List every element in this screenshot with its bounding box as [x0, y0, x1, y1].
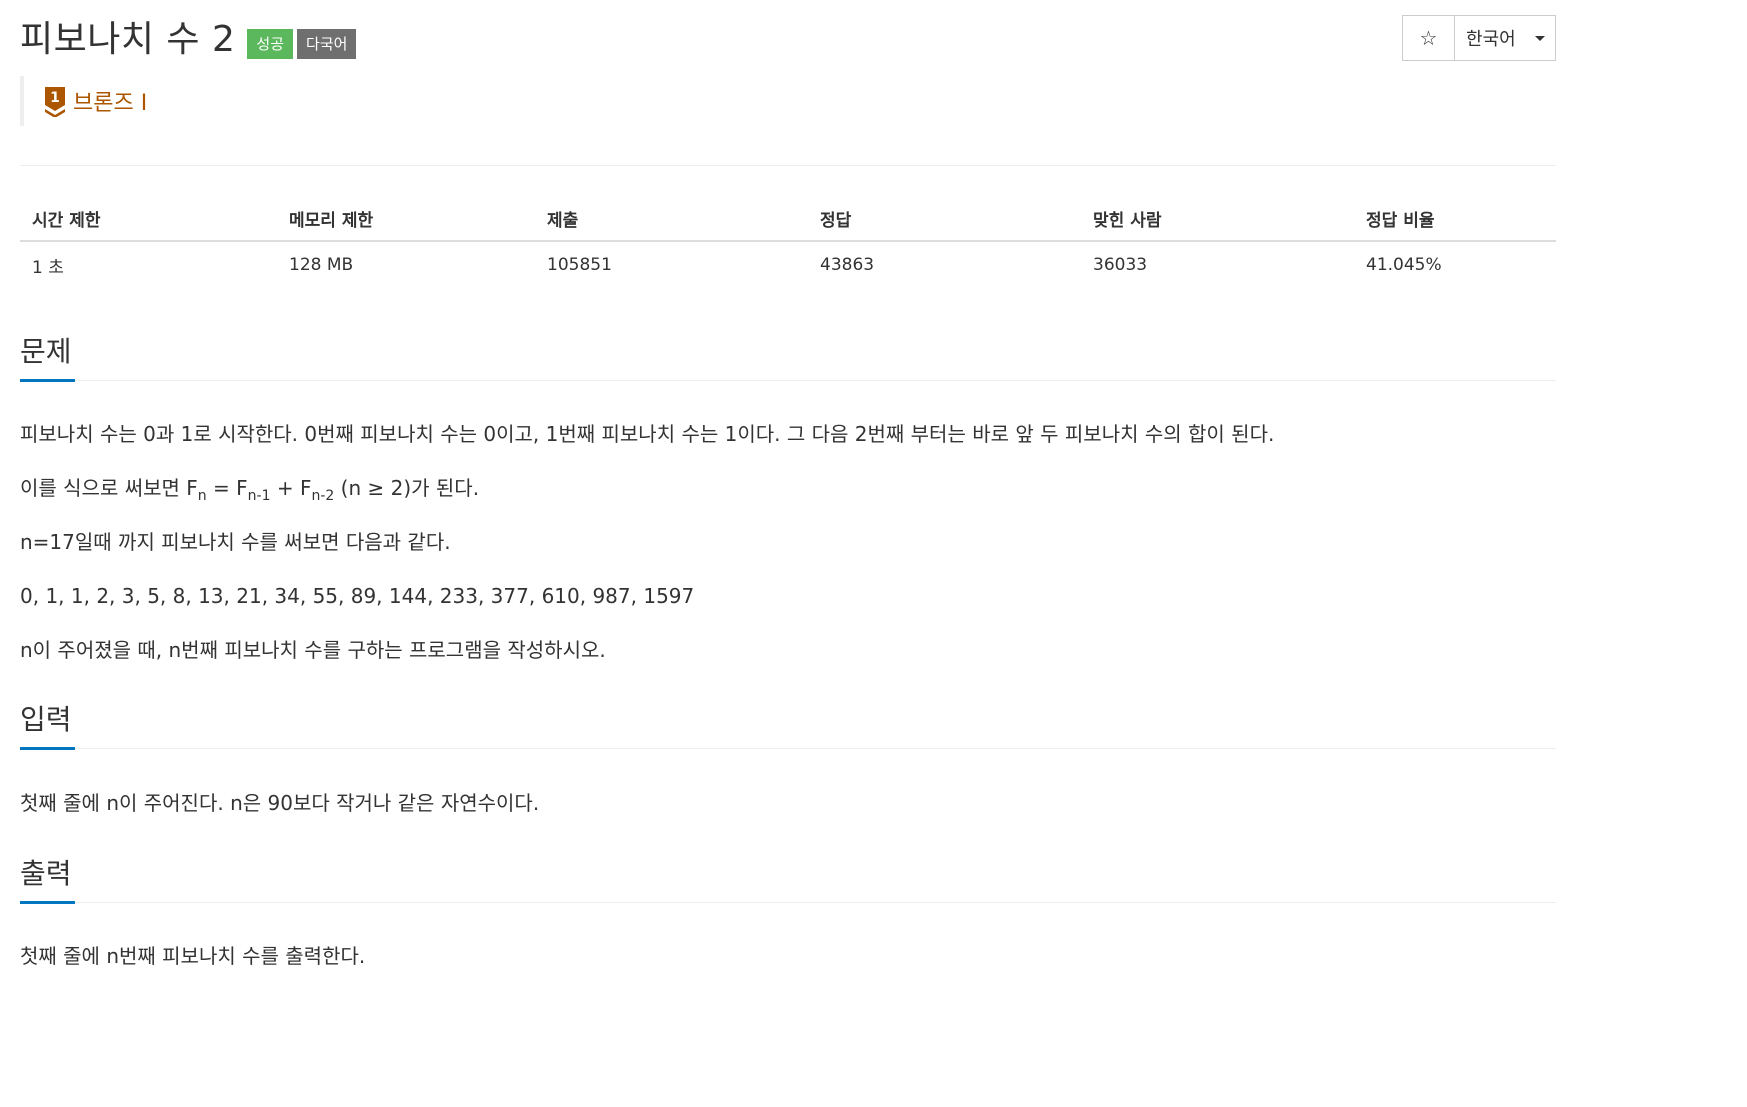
- caret-down-icon: [1535, 36, 1545, 41]
- description-paragraph: 피보나치 수는 0과 1로 시작한다. 0번째 피보나치 수는 0이고, 1번째…: [20, 422, 1275, 446]
- header-accept-ratio: 정답 비율: [1354, 196, 1556, 242]
- formula-sub-n: n: [197, 488, 207, 504]
- description-section: 문제: [20, 330, 1556, 382]
- description-paragraph: n이 주어졌을 때, n번째 피보나치 수를 구하는 프로그램을 작성하시오.: [20, 638, 606, 662]
- favorite-button[interactable]: ☆: [1403, 16, 1455, 60]
- input-title: 입력: [20, 703, 72, 736]
- status-badge: 성공: [247, 29, 294, 59]
- output-section: 출력: [20, 852, 1556, 904]
- formula-paragraph: 이를 식으로 써보면 Fn = Fn-1 + Fn-2 (n ≥ 2)가 된다.: [20, 474, 480, 504]
- tier-block: 1 브론즈 I: [20, 76, 147, 126]
- output-paragraph: 첫째 줄에 n번째 피보나치 수를 출력한다.: [20, 944, 366, 968]
- info-value-row: 1 초 128 MB 105851 43863 36033 41.045%: [20, 241, 1556, 288]
- tier-name[interactable]: 브론즈 I: [73, 85, 147, 117]
- input-header: 입력: [20, 698, 1556, 750]
- info-header-row: 시간 제한 메모리 제한 제출 정답 맞힌 사람 정답 비율: [20, 196, 1556, 242]
- header-memory-limit: 메모리 제한: [277, 196, 535, 242]
- formula-sub-n-2: n-2: [311, 488, 335, 504]
- formula-mid2: + F: [270, 476, 312, 500]
- formula-sub-n-1: n-1: [247, 488, 271, 504]
- multilang-badge: 다국어: [297, 29, 357, 59]
- input-paragraph: 첫째 줄에 n이 주어진다. n은 90보다 작거나 같은 자연수이다.: [20, 791, 540, 815]
- formula-prefix: 이를 식으로 써보면 F: [20, 476, 198, 500]
- star-outline-icon: ☆: [1419, 26, 1438, 50]
- bronze-tier-icon: 1: [45, 87, 65, 117]
- language-selected: 한국어: [1466, 29, 1516, 50]
- header-solved-users: 맞힌 사람: [1081, 196, 1354, 242]
- value-submissions[interactable]: 105851: [535, 241, 808, 288]
- description-header: 문제: [20, 330, 1556, 382]
- tier-level-text: 1: [50, 90, 60, 106]
- section-accent-bar: [20, 901, 75, 904]
- section-accent-bar: [20, 379, 75, 382]
- section-accent-bar: [20, 747, 75, 750]
- problem-title: 피보나치 수 2: [20, 19, 236, 60]
- input-section: 입력: [20, 698, 1556, 750]
- value-memory-limit: 128 MB: [289, 255, 354, 275]
- description-paragraph: n=17일때 까지 피보나치 수를 써보면 다음과 같다.: [20, 530, 451, 554]
- value-accept-ratio: 41.045%: [1366, 255, 1442, 275]
- divider: [20, 165, 1556, 166]
- problem-info-table: 시간 제한 메모리 제한 제출 정답 맞힌 사람 정답 비율 1 초 128 M…: [20, 196, 1556, 288]
- title-row: 피보나치 수 2 성공 다국어: [20, 12, 357, 68]
- sequence-paragraph: 0, 1, 1, 2, 3, 5, 8, 13, 21, 34, 55, 89,…: [20, 584, 695, 608]
- language-dropdown[interactable]: 한국어: [1455, 16, 1555, 60]
- header-accepted: 정답: [808, 196, 1081, 242]
- formula-suffix: (n ≥ 2)가 된다.: [334, 476, 480, 500]
- formula-mid1: = F: [206, 476, 248, 500]
- value-time-limit: 1 초: [32, 257, 64, 278]
- value-accepted[interactable]: 43863: [808, 241, 1081, 288]
- value-solved-users[interactable]: 36033: [1081, 241, 1354, 288]
- output-title: 출력: [20, 857, 72, 890]
- header-submissions: 제출: [535, 196, 808, 242]
- output-header: 출력: [20, 852, 1556, 904]
- description-title: 문제: [20, 335, 72, 368]
- problem-toolbar: ☆ 한국어: [1402, 15, 1556, 61]
- header-time-limit: 시간 제한: [20, 196, 277, 242]
